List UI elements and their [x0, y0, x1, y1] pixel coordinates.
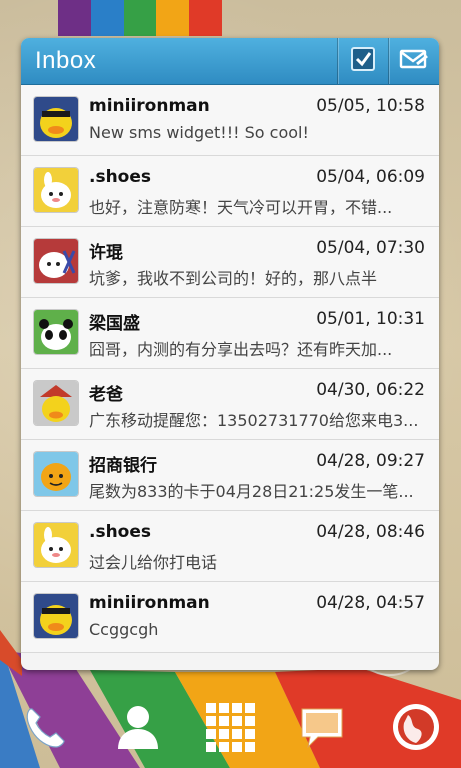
- message-row[interactable]: 梁国盛 05/01, 10:31 囧哥，内测的有分享出去吗？还有昨天加...: [21, 298, 439, 369]
- browser-icon[interactable]: [390, 701, 442, 753]
- sms-inbox-widget: Inbox miniironman 05/05, 10:58 New sms w…: [21, 38, 439, 670]
- panda-avatar: [34, 310, 78, 354]
- home-dock: [0, 688, 461, 768]
- orange-head-avatar: [34, 452, 78, 496]
- message-row[interactable]: 老爸 04/30, 06:22 广东移动提醒您：13502731770给您来电3…: [21, 369, 439, 440]
- message-date: 05/05, 10:58: [316, 96, 425, 116]
- message-snippet: 尾数为833的卡于04月28日21:25发生一笔...: [89, 482, 414, 501]
- message-date: 05/01, 10:31: [316, 309, 425, 329]
- message-date: 04/30, 06:22: [316, 380, 425, 400]
- select-button[interactable]: [337, 38, 388, 84]
- compose-envelope-icon: [399, 46, 429, 76]
- sender-name: 老爸: [89, 385, 123, 405]
- bunny-scissors-avatar: [34, 239, 78, 283]
- message-row[interactable]: .shoes 05/04, 06:09 也好，注意防寒！天气冷可以开胃，不错..…: [21, 156, 439, 227]
- sender-name: .shoes: [89, 522, 152, 542]
- message-date: 05/04, 07:30: [316, 238, 425, 258]
- message-row[interactable]: miniironman 04/28, 04:57 Ccggcgh: [21, 582, 439, 653]
- messaging-icon[interactable]: [296, 701, 348, 753]
- message-row[interactable]: .shoes 04/28, 08:46 过会儿给你打电话: [21, 511, 439, 582]
- message-snippet: 过会儿给你打电话: [89, 553, 218, 572]
- widget-header: Inbox: [21, 38, 439, 85]
- message-snippet: 广东移动提醒您：13502731770给您来电3...: [89, 411, 419, 430]
- yellow-duck-avatar: [34, 97, 78, 141]
- message-list: miniironman 05/05, 10:58 New sms widget!…: [21, 85, 439, 670]
- message-row[interactable]: miniironman 05/05, 10:58 New sms widget!…: [21, 85, 439, 156]
- message-snippet: Ccggcgh: [89, 620, 159, 639]
- message-snippet: 也好，注意防寒！天气冷可以开胃，不错...: [89, 198, 393, 217]
- app-drawer-icon[interactable]: [204, 701, 256, 753]
- duck-hat-avatar: [34, 381, 78, 425]
- sender-name: 许琨: [89, 243, 123, 263]
- sender-name: miniironman: [89, 96, 210, 116]
- yellow-duck-avatar: [34, 594, 78, 638]
- phone-icon[interactable]: [20, 701, 72, 753]
- sender-name: .shoes: [89, 167, 152, 187]
- message-snippet: 囧哥，内测的有分享出去吗？还有昨天加...: [89, 340, 393, 359]
- message-date: 04/28, 09:27: [316, 451, 425, 471]
- sender-name: 梁国盛: [89, 314, 140, 334]
- message-snippet: New sms widget!!! So cool!: [89, 123, 309, 142]
- white-bunny-avatar: [34, 168, 78, 212]
- sender-name: miniironman: [89, 593, 210, 613]
- sender-name: 招商银行: [89, 456, 157, 476]
- contacts-icon[interactable]: [112, 701, 164, 753]
- message-snippet: 坑爹，我收不到公司的！好的，那八点半: [89, 269, 378, 288]
- message-date: 05/04, 06:09: [316, 167, 425, 187]
- compose-button[interactable]: [388, 38, 439, 84]
- widget-title: Inbox: [35, 47, 97, 74]
- checkbox-icon: [350, 46, 376, 76]
- white-bunny-avatar: [34, 523, 78, 567]
- message-date: 04/28, 08:46: [316, 522, 425, 542]
- message-row[interactable]: 许琨 05/04, 07:30 坑爹，我收不到公司的！好的，那八点半: [21, 227, 439, 298]
- message-date: 04/28, 04:57: [316, 593, 425, 613]
- message-row[interactable]: 招商银行 04/28, 09:27 尾数为833的卡于04月28日21:25发生…: [21, 440, 439, 511]
